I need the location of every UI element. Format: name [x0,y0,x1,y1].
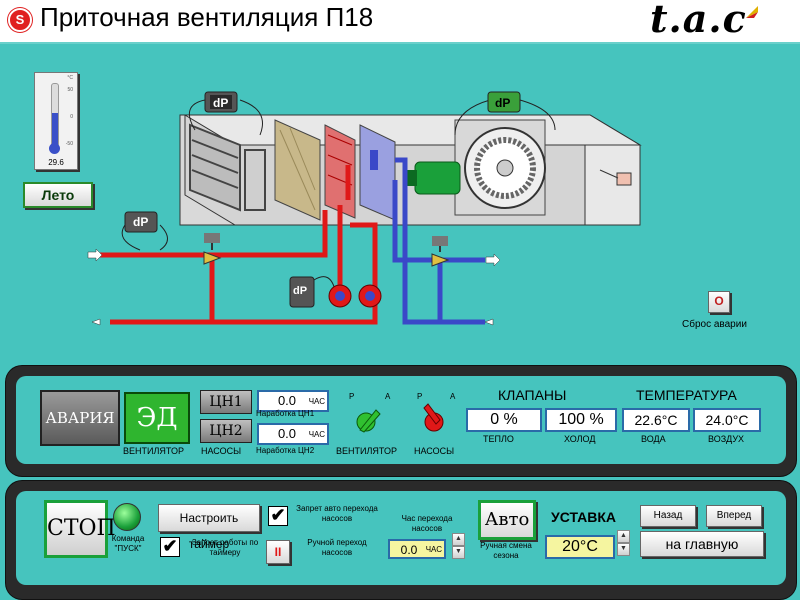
manual-pump-label: Ручной переход насосов [307,538,367,557]
runtime1-label: Наработка ЦН1 [256,409,315,418]
start-command-label: Команда "ПУСК" [111,534,145,553]
cooling-coil [359,124,396,221]
timer-block-label: Запрет работы по таймеру [191,538,259,557]
circulation-pump-1 [328,284,352,308]
setpoint-display: 20°C [545,535,615,559]
runtime2-unit: ЧАС [308,430,325,439]
setpoint-up-button[interactable]: ▲ [617,530,630,543]
home-button[interactable]: на главную [640,531,764,557]
air-temp-label: ВОЗДУХ [708,434,745,444]
forward-button[interactable]: Вперед [706,505,762,527]
header-bar: S Приточная вентиляция П18 t.a.c [0,0,800,44]
water-temp-display: 22.6°C [622,408,690,432]
setpoint-title: УСТАВКА [551,509,617,525]
pump-indicator-label: НАСОСЫ [414,446,455,456]
switch-hour-title: Час перехода насосов [401,514,453,533]
s-logo-icon: S [8,8,32,32]
fan-indicator-label: ВЕНТИЛЯТОР [336,446,397,456]
timer-block-checkbox[interactable]: ✔ [160,537,180,557]
circulation-pump-2 [358,284,382,308]
runtime1-unit: ЧАС [308,397,325,406]
runtime2-label: Наработка ЦН2 [256,446,315,455]
cold-valve-display: 100 % [545,408,617,432]
duct-top [183,114,642,146]
fan-label: ВЕНТИЛЯТОР [123,446,184,456]
switch-hour-display: 0.0 ЧАС [388,539,446,559]
runtime2-value: 0.0 [277,426,297,441]
start-command-lamp [113,503,141,531]
fan-mode-switch-icon[interactable] [350,402,386,436]
fan-p-label: P [349,392,355,401]
hvac-schematic [87,91,642,326]
tac-logo: t.a.c [650,0,747,41]
pump1-button[interactable]: ЦН1 [200,390,252,414]
pump2-button[interactable]: ЦН2 [200,419,252,443]
tac-logo-accent-icon [746,6,758,18]
alarm-reset-button[interactable]: O [708,291,730,313]
pump-p-label: P [417,392,423,401]
setpoint-down-button[interactable]: ▼ [617,543,630,556]
temp-title: ТЕМПЕРАТУРА [636,387,737,403]
air-temp-display: 24.0°C [693,408,761,432]
season-manual-label: Ручная смена сезона [480,541,532,560]
dp-label-filter: dP [213,96,229,110]
dp-label-pump: dP [293,285,308,297]
heat-three-way-valve [203,233,222,265]
alarm-button[interactable]: АВАРИЯ [40,390,120,446]
pumps-label: НАСОСЫ [201,446,242,456]
dp-label-fan: dP [495,96,511,110]
auto-button[interactable]: Авто [478,500,536,540]
heat-valve-label: ТЕПЛО [483,434,514,444]
pump-mode-switch-icon[interactable] [420,402,450,434]
switch-hour-up-button[interactable]: ▲ [452,533,465,546]
set-timer-button[interactable]: Настроить таймер [158,504,260,551]
auto-pump-block-label: Запрет авто перехода насосов [296,504,378,523]
alarm-reset-label: Сброс аварии [682,319,747,330]
ed-button[interactable]: ЭД [124,392,190,444]
auto-pump-block-checkbox[interactable]: ✔ [268,506,288,526]
outlet-chamber [584,144,641,226]
dp-label-water: dP [133,215,149,229]
runtime-pump2-display: 0.0 ЧАС [257,423,329,445]
manual-pump-switch-button[interactable]: II [266,540,290,564]
back-button[interactable]: Назад [640,505,696,527]
supply-fan [454,119,546,216]
cold-valve-label: ХОЛОД [564,434,596,444]
outlet-sensor [616,172,632,186]
heat-valve-display: 0 % [466,408,542,432]
water-temp-label: ВОДА [641,434,666,444]
switch-hour-unit: ЧАС [425,545,442,554]
valves-title: КЛАПАНЫ [498,387,567,403]
stop-button[interactable]: СТОП [44,500,116,558]
runtime1-value: 0.0 [277,393,297,408]
switch-hour-down-button[interactable]: ▼ [452,546,465,559]
fan-a-label: A [385,392,391,401]
pump-a-label: A [450,392,456,401]
switch-hour-value: 0.0 [400,543,418,557]
page-title: Приточная вентиляция П18 [40,2,374,32]
